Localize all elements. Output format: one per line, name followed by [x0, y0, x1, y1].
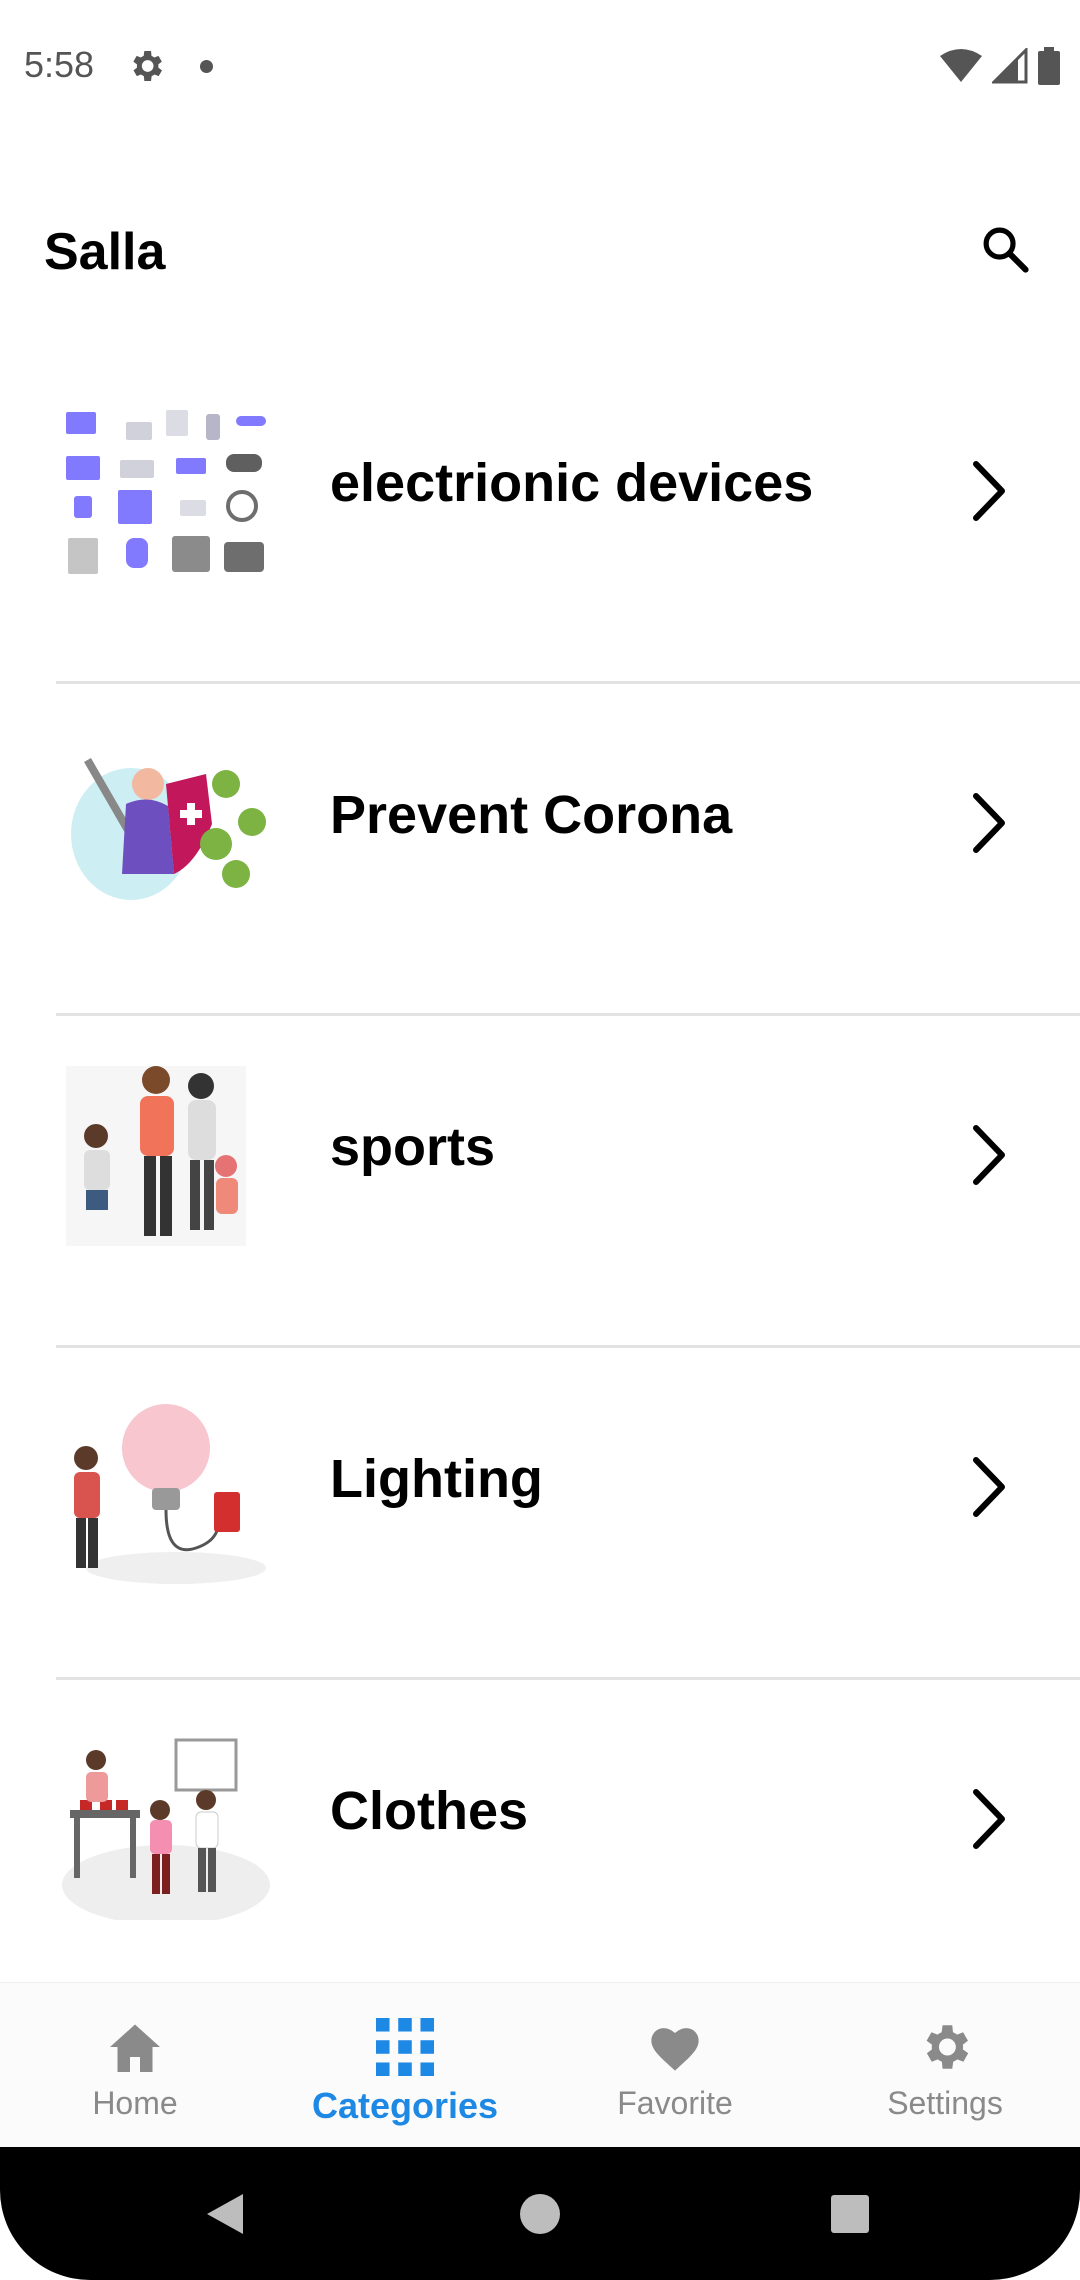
category-label: Lighting: [330, 1449, 543, 1509]
chevron-right-icon: [973, 793, 1005, 853]
back-button[interactable]: [165, 2147, 285, 2280]
nav-settings-label: Settings: [887, 2085, 1003, 2121]
system-navigation-bar: [0, 2147, 1080, 2280]
category-label: Prevent Corona: [330, 785, 733, 845]
category-item-clothes[interactable]: Clothes: [0, 1680, 1080, 2012]
category-item-lighting[interactable]: Lighting: [0, 1348, 1080, 1680]
wifi-icon: [940, 49, 982, 82]
status-time: 5:58: [24, 44, 95, 85]
prevent-corona-image: [71, 758, 266, 900]
category-label: sports: [330, 1117, 496, 1177]
chevron-right-icon: [973, 1789, 1005, 1849]
home-system-button[interactable]: [480, 2147, 600, 2280]
app-title: Salla: [44, 223, 166, 281]
category-label: electrionic devices: [330, 453, 814, 513]
nav-favorite-label: Favorite: [617, 2085, 733, 2121]
clothes-image: [62, 1738, 270, 1920]
search-button[interactable]: [970, 214, 1040, 284]
back-triangle-icon: [207, 2193, 243, 2234]
cellular-signal-icon: [992, 48, 1028, 84]
nav-home[interactable]: Home: [0, 1983, 270, 2148]
nav-home-label: Home: [92, 2085, 178, 2121]
settings-status-icon: [133, 51, 162, 81]
notification-dot: [200, 60, 213, 73]
grid-icon: [373, 2015, 437, 2079]
chevron-right-icon: [973, 461, 1005, 521]
heart-icon: [643, 2015, 707, 2079]
nav-categories-label: Categories: [311, 2085, 499, 2126]
recents-square-icon: [831, 2194, 869, 2233]
chevron-right-icon: [973, 1125, 1005, 1185]
electronic-devices-image: [66, 410, 266, 574]
status-bar: 5:58: [0, 0, 1080, 134]
recents-button[interactable]: [790, 2147, 910, 2280]
home-icon: [103, 2015, 167, 2079]
category-item-sports[interactable]: sports: [0, 1016, 1080, 1348]
status-icons: [940, 46, 1060, 86]
nav-favorite[interactable]: Favorite: [540, 1983, 810, 2148]
category-item-electronic-devices[interactable]: electrionic devices: [0, 352, 1080, 684]
app-bar: Salla: [0, 182, 1080, 312]
search-icon: [983, 227, 1029, 273]
bottom-navigation: Home Categories Favorite Settings: [0, 1982, 1080, 2148]
category-list: electrionic devices Prevent Corona sport…: [0, 352, 1080, 2012]
sports-image: [66, 1066, 246, 1246]
nav-settings[interactable]: Settings: [810, 1983, 1080, 2148]
category-item-prevent-corona[interactable]: Prevent Corona: [0, 684, 1080, 1016]
nav-categories[interactable]: Categories: [270, 1983, 540, 2148]
lighting-image: [74, 1404, 266, 1584]
battery-icon: [1038, 47, 1060, 85]
chevron-right-icon: [973, 1457, 1005, 1517]
home-circle-icon: [520, 2193, 560, 2234]
gear-icon: [913, 2015, 977, 2079]
category-label: Clothes: [330, 1781, 529, 1841]
